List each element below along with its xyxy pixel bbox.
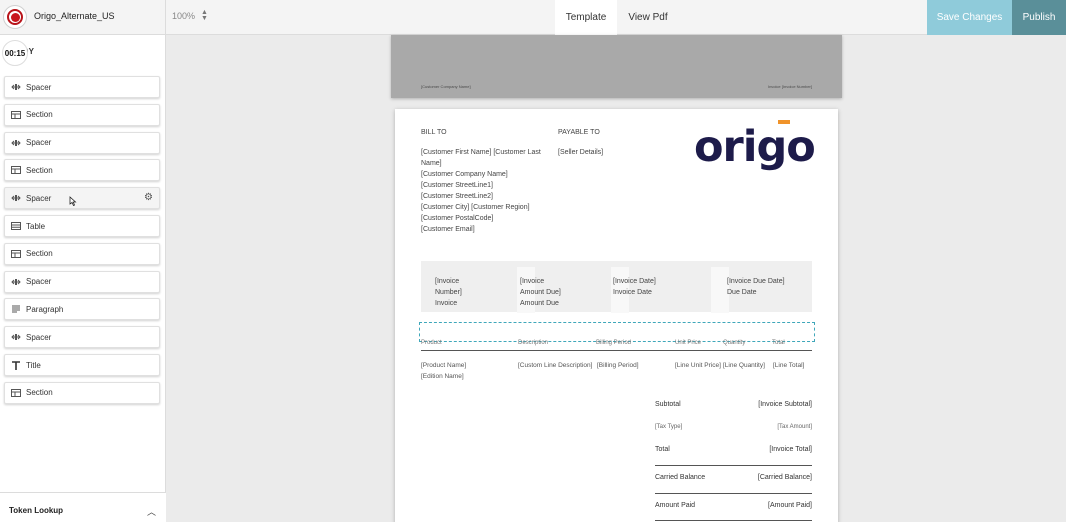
col-billing-period: Billing Period [596, 340, 632, 346]
section-icon [11, 388, 21, 398]
title-icon [11, 360, 21, 370]
spacer-icon [11, 138, 21, 148]
invoice-page[interactable]: BILL TO PAYABLE TO [Customer First Name]… [395, 109, 838, 522]
section-icon [11, 249, 21, 259]
invoice-date-cell: [Invoice Date] Invoice Date [613, 278, 656, 296]
bill-to-line: Name] [421, 160, 442, 167]
total-row: Total [Invoice Total] [655, 446, 812, 453]
sidebar-block-paragraph[interactable]: Paragraph [4, 298, 160, 321]
sidebar-block-label: Spacer [26, 277, 52, 287]
sidebar-block-spacer[interactable]: Spacer [4, 326, 160, 349]
bill-to-line: [Customer StreetLine1] [421, 182, 493, 189]
sidebar-block-label: Section [26, 388, 53, 398]
record-icon [7, 9, 23, 25]
template-name: Origo_Alternate_US [34, 11, 115, 21]
invoice-number-cell: [Invoice Number] Invoice [435, 278, 462, 307]
line-unit-price: [Line Unit Price] [675, 362, 721, 369]
col-total: Total [772, 340, 785, 346]
tab-view-pdf[interactable]: View Pdf [618, 0, 678, 35]
bill-to-label: BILL TO [421, 129, 447, 136]
edition-name: [Edition Name] [421, 373, 464, 380]
spacer-icon [11, 332, 21, 342]
sidebar-block-section[interactable]: Section [4, 381, 160, 404]
token-lookup-label: Token Lookup [9, 506, 64, 515]
table-icon [11, 221, 21, 231]
section-icon [11, 165, 21, 175]
bill-to-line: [Customer Company Name] [421, 171, 508, 178]
bill-to-line: [Customer Email] [421, 226, 475, 233]
sidebar-block-label: Spacer [26, 138, 52, 148]
tax-row: [Tax Type] [Tax Amount] [655, 424, 812, 430]
publish-button[interactable]: Publish [1012, 0, 1066, 35]
amount-due-cell: [Invoice Amount Due] Amount Due [520, 278, 561, 307]
spacer-icon [11, 193, 21, 203]
bill-to-line: [Customer PostalCode] [421, 215, 494, 222]
sidebar-block-table[interactable]: Table [4, 215, 160, 237]
sidebar-block-section[interactable]: Section [4, 103, 160, 126]
sidebar-block-section[interactable]: Section [4, 242, 160, 265]
sidebar-block-label: Table [26, 221, 46, 231]
recording-timer: 00:15 [2, 40, 28, 66]
origo-logo: origo [694, 120, 814, 172]
col-unit-price: Unit Price [675, 340, 702, 346]
chevron-up-icon[interactable]: ︿ [147, 505, 156, 518]
product-name: [Product Name] [421, 362, 467, 369]
subtotal-row: Subtotal [Invoice Subtotal] [655, 401, 812, 408]
line-items-header: Product Description Billing Period Unit … [421, 339, 812, 351]
payable-to-label: PAYABLE TO [558, 129, 600, 136]
page-header-right: Invoice [Invoice Number] [767, 84, 812, 89]
sidebar-block-label: Section [26, 110, 53, 120]
invoice-info-box: [Invoice Number] Invoice [Invoice Amount Du… [421, 261, 812, 313]
line-total: [Line Total] [773, 362, 805, 369]
sidebar-block-label: Spacer [26, 82, 52, 92]
mouse-cursor-icon [69, 193, 77, 207]
sidebar-block-spacer[interactable]: Spacer [4, 76, 160, 98]
paragraph-icon [11, 304, 21, 314]
top-bar: Origo_Alternate_US 100% ▲ ▼ Template View… [0, 0, 1066, 35]
sidebar-block-spacer[interactable]: Spacer [4, 131, 160, 154]
sidebar-block-label: Paragraph [26, 304, 64, 314]
sidebar-block-label: Title [26, 360, 41, 370]
carried-balance-row: Carried Balance [Carried Balance] [655, 474, 812, 481]
sidebar-block-section[interactable]: Section [4, 159, 160, 182]
gear-icon[interactable]: ⚙ [144, 193, 153, 203]
sidebar-block-label: Section [26, 165, 53, 175]
svg-text:origo: origo [694, 122, 814, 172]
sidebar-block-label: Spacer [26, 332, 52, 342]
zoom-level[interactable]: 100% [172, 11, 195, 21]
record-button[interactable] [3, 5, 27, 29]
token-lookup-panel[interactable]: Token Lookup ︿ [0, 492, 166, 522]
page-header-left: [Customer Company Name] [421, 84, 471, 89]
line-description: [Custom Line Description] [518, 362, 593, 369]
bill-to-line: [Customer First Name] [Customer Last [421, 149, 541, 156]
line-billing-period: [Billing Period] [597, 362, 639, 369]
sidebar-block-spacer[interactable]: Spacer ⚙ [4, 187, 160, 210]
previous-page: [Customer Company Name] Invoice [Invoice… [391, 35, 842, 98]
summary-divider [655, 520, 812, 521]
col-product: Product [421, 340, 442, 346]
section-icon [11, 110, 21, 120]
zoom-stepper-icon[interactable]: ▲ ▼ [201, 9, 208, 22]
summary-divider [655, 493, 812, 494]
payable-to-value: [Seller Details] [558, 149, 604, 156]
spacer-icon [11, 82, 21, 92]
sidebar-block-label: Spacer [26, 193, 52, 203]
bill-to-line: [Customer City] [Customer Region] [421, 204, 530, 211]
col-description: Description [518, 340, 549, 346]
line-quantity: [Line Quantity] [723, 362, 765, 369]
due-date-cell: [Invoice Due Date] Due Date [727, 278, 785, 296]
summary-divider [655, 465, 812, 466]
bill-to-line: [Customer StreetLine2] [421, 193, 493, 200]
sidebar-block-label: Section [26, 249, 53, 259]
divider [165, 0, 166, 35]
amount-paid-row: Amount Paid [Amount Paid] [655, 502, 812, 509]
col-quantity: Quantity [723, 340, 746, 346]
save-changes-button[interactable]: Save Changes [927, 0, 1012, 35]
sidebar-block-spacer[interactable]: Spacer [4, 270, 160, 293]
tab-template[interactable]: Template [555, 0, 617, 35]
sidebar-block-title[interactable]: Title [4, 354, 160, 376]
spacer-icon [11, 277, 21, 287]
